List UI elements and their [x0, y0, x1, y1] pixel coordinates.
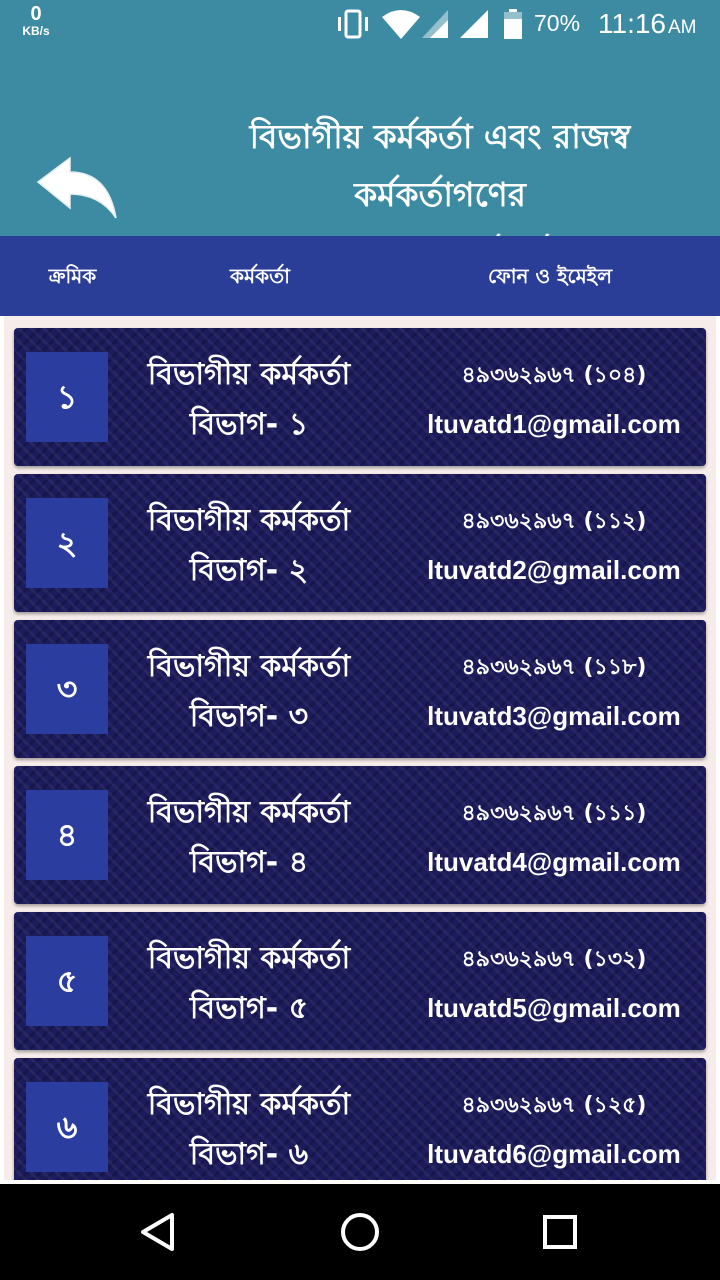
- contact-info: ৪৯৩৬২৯৬৭ (১০৪) ltuvatd1@gmail.com: [414, 352, 694, 448]
- signal-icon: [460, 10, 488, 38]
- recents-square-icon[interactable]: [534, 1206, 586, 1258]
- clock-time: 11:16: [598, 8, 666, 39]
- officer-info: বিভাগীয় কর্মকর্তা বিভাগ- ৪: [124, 788, 374, 888]
- column-header-serial: ক্রমিক: [48, 264, 97, 288]
- serial-number: ৬: [26, 1082, 108, 1172]
- signal-icon: [422, 10, 448, 38]
- contact-info: ৪৯৩৬২৯৬৭ (১২৫) ltuvatd6@gmail.com: [414, 1082, 694, 1178]
- officer-title: বিভাগীয় কর্মকর্তা: [147, 941, 351, 976]
- list-item[interactable]: ৩ বিভাগীয় কর্মকর্তা বিভাগ- ৩ ৪৯৩৬২৯৬৭ (…: [14, 620, 706, 758]
- vibrate-icon: [338, 9, 368, 39]
- network-speed-value: 0: [30, 3, 42, 25]
- contact-info: ৪৯৩৬২৯৬৭ (১১১) ltuvatd4@gmail.com: [414, 790, 694, 886]
- column-header-bar: ক্রমিক কর্মকর্তা ফোন ও ইমেইল: [0, 236, 720, 316]
- officer-list[interactable]: ১ বিভাগীয় কর্মকর্তা বিভাগ- ১ ৪৯৩৬২৯৬৭ (…: [4, 316, 716, 1180]
- email-address[interactable]: ltuvatd5@gmail.com: [414, 984, 694, 1032]
- system-nav-bar: [0, 1184, 720, 1280]
- page-title-line: কর্মকর্তাগণের: [354, 175, 526, 214]
- back-button[interactable]: [34, 156, 122, 226]
- back-triangle-icon[interactable]: [134, 1206, 186, 1258]
- email-address[interactable]: ltuvatd2@gmail.com: [414, 546, 694, 594]
- officer-division: বিভাগ- ১: [189, 407, 309, 442]
- contact-info: ৪৯৩৬২৯৬৭ (১৩২) ltuvatd5@gmail.com: [414, 936, 694, 1032]
- battery-percent: 70%: [534, 10, 581, 36]
- status-clock: 11:16 AM: [598, 8, 697, 40]
- phone-number[interactable]: ৪৯৩৬২৯৬৭ (১১২): [414, 498, 694, 546]
- serial-number: ২: [26, 498, 108, 588]
- email-address[interactable]: ltuvatd1@gmail.com: [414, 400, 694, 448]
- battery-icon: [504, 9, 522, 39]
- column-header-officer: কর্মকর্তা: [230, 264, 290, 288]
- serial-number: ৪: [26, 790, 108, 880]
- serial-number: ৫: [26, 936, 108, 1026]
- network-speed: 0 KB/s: [16, 4, 56, 37]
- list-item[interactable]: ৪ বিভাগীয় কর্মকর্তা বিভাগ- ৪ ৪৯৩৬২৯৬৭ (…: [14, 766, 706, 904]
- officer-title: বিভাগীয় কর্মকর্তা: [147, 357, 351, 392]
- phone-number[interactable]: ৪৯৩৬২৯৬৭ (১১১): [414, 790, 694, 838]
- list-item[interactable]: ৬ বিভাগীয় কর্মকর্তা বিভাগ- ৬ ৪৯৩৬২৯৬৭ (…: [14, 1058, 706, 1180]
- wifi-icon: [382, 10, 420, 39]
- phone-number[interactable]: ৪৯৩৬২৯৬৭ (১৩২): [414, 936, 694, 984]
- officer-info: বিভাগীয় কর্মকর্তা বিভাগ- ১: [124, 350, 374, 450]
- contact-info: ৪৯৩৬২৯৬৭ (১১২) ltuvatd2@gmail.com: [414, 498, 694, 594]
- serial-number: ১: [26, 352, 108, 442]
- column-header-contact: ফোন ও ইমেইল: [488, 264, 612, 288]
- page-title-line: বিভাগীয় কর্মকর্তা এবং রাজস্ব: [249, 117, 631, 156]
- officer-info: বিভাগীয় কর্মকর্তা বিভাগ- ৩: [124, 642, 374, 742]
- email-address[interactable]: ltuvatd3@gmail.com: [414, 692, 694, 740]
- officer-division: বিভাগ- ৩: [189, 699, 309, 734]
- back-arrow-icon: [36, 156, 117, 219]
- officer-info: বিভাগীয় কর্মকর্তা বিভাগ- ২: [124, 496, 374, 596]
- email-address[interactable]: ltuvatd4@gmail.com: [414, 838, 694, 886]
- phone-number[interactable]: ৪৯৩৬২৯৬৭ (১০৪): [414, 352, 694, 400]
- phone-number[interactable]: ৪৯৩৬২৯৬৭ (১১৮): [414, 644, 694, 692]
- officer-info: বিভাগীয় কর্মকর্তা বিভাগ- ৫: [124, 934, 374, 1034]
- officer-info: বিভাগীয় কর্মকর্তা বিভাগ- ৬: [124, 1080, 374, 1180]
- officer-division: বিভাগ- ২: [189, 553, 309, 588]
- officer-division: বিভাগ- ৪: [189, 845, 309, 880]
- officer-title: বিভাগীয় কর্মকর্তা: [147, 503, 351, 538]
- officer-title: বিভাগীয় কর্মকর্তা: [147, 795, 351, 830]
- list-item[interactable]: ৫ বিভাগীয় কর্মকর্তা বিভাগ- ৫ ৪৯৩৬২৯৬৭ (…: [14, 912, 706, 1050]
- home-circle-icon[interactable]: [334, 1206, 386, 1258]
- network-speed-unit: KB/s: [22, 24, 50, 38]
- list-item[interactable]: ২ বিভাগীয় কর্মকর্তা বিভাগ- ২ ৪৯৩৬২৯৬৭ (…: [14, 474, 706, 612]
- email-address[interactable]: ltuvatd6@gmail.com: [414, 1130, 694, 1178]
- officer-division: বিভাগ- ৬: [189, 1137, 309, 1172]
- app-header: বিভাগীয় কর্মকর্তা এবং রাজস্ব কর্মকর্তাগ…: [0, 48, 720, 272]
- officer-division: বিভাগ- ৫: [189, 991, 309, 1026]
- serial-number: ৩: [26, 644, 108, 734]
- phone-number[interactable]: ৪৯৩৬২৯৬৭ (১২৫): [414, 1082, 694, 1130]
- contact-info: ৪৯৩৬২৯৬৭ (১১৮) ltuvatd3@gmail.com: [414, 644, 694, 740]
- officer-title: বিভাগীয় কর্মকর্তা: [147, 649, 351, 684]
- officer-title: বিভাগীয় কর্মকর্তা: [147, 1087, 351, 1122]
- list-item[interactable]: ১ বিভাগীয় কর্মকর্তা বিভাগ- ১ ৪৯৩৬২৯৬৭ (…: [14, 328, 706, 466]
- status-bar: 0 KB/s 70% 11:16 AM: [0, 0, 720, 48]
- clock-ampm: AM: [668, 17, 697, 38]
